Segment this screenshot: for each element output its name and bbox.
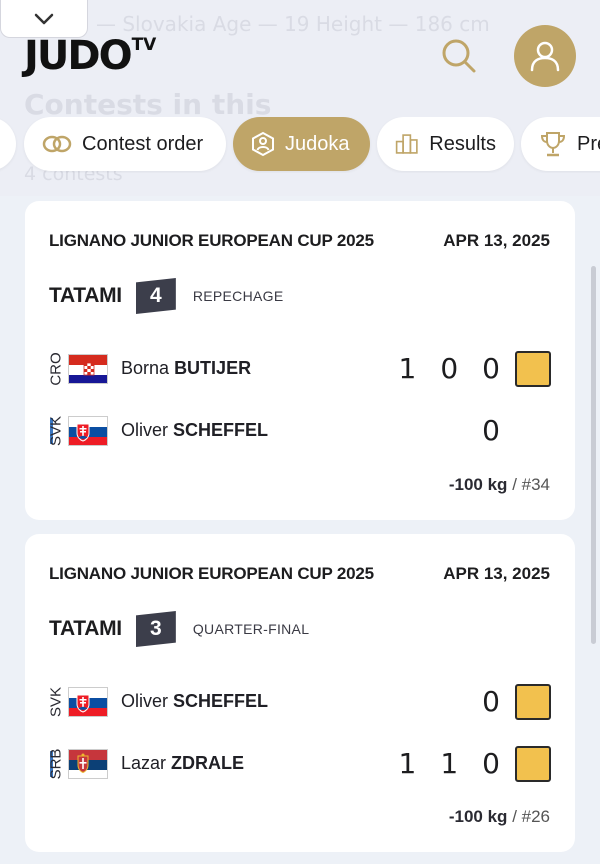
logo-suffix-text: TV xyxy=(131,35,157,55)
round-label: QUARTER-FINAL xyxy=(192,621,310,637)
country-code: CRO xyxy=(47,352,65,386)
event-date: APR 13, 2025 xyxy=(443,231,550,250)
country-code: SRB xyxy=(47,748,65,780)
score-yuko: 0 xyxy=(482,747,500,780)
chevron-down-icon xyxy=(34,13,54,24)
bar-chart-icon xyxy=(395,134,418,154)
tab-previous-partial[interactable] xyxy=(0,117,16,171)
tatami-info: TATAMI 4 REPECHAGE xyxy=(49,278,283,314)
serbia-flag-icon xyxy=(68,749,108,779)
score-wazaari: 0 xyxy=(440,352,459,385)
athlete-name: Borna BUTIJER xyxy=(121,358,252,378)
tatami-label: TATAMI xyxy=(49,617,122,640)
country-code: SVK xyxy=(47,415,65,447)
score-ippon: 1 xyxy=(398,352,417,385)
weight-and-contest-number: -100 kg / #26 xyxy=(449,807,550,827)
contest-number: / #26 xyxy=(512,807,550,826)
contest-number: / #34 xyxy=(512,475,550,494)
athlete-row[interactable]: SVK Oliver SCHEFFEL 0 xyxy=(25,678,575,726)
contest-card[interactable]: LIGNANO JUNIOR EUROPEAN CUP 2025 APR 13,… xyxy=(25,534,575,852)
score-yuko: 0 xyxy=(482,414,500,447)
slovakia-flag-icon xyxy=(68,687,108,717)
event-name: LIGNANO JUNIOR EUROPEAN CUP 2025 xyxy=(49,231,374,250)
logo-main-text: JUDO xyxy=(24,33,133,79)
judoka-badge-icon xyxy=(252,131,274,157)
athlete-name: Oliver SCHEFFEL xyxy=(121,420,269,440)
tab-bar: Contest order Judoka Results Pre xyxy=(0,117,600,173)
athlete-row[interactable]: CRO Borna BUTIJER 1 0 0 xyxy=(25,345,575,393)
shido-card-icon xyxy=(515,684,551,720)
tab-judoka-label: Judoka xyxy=(285,132,350,155)
round-label: REPECHAGE xyxy=(192,288,284,304)
score-values: 1 0 0 xyxy=(399,352,500,385)
contest-card[interactable]: LIGNANO JUNIOR EUROPEAN CUP 2025 APR 13,… xyxy=(25,201,575,520)
search-icon xyxy=(442,39,476,73)
shido-card-icon xyxy=(515,746,551,782)
tab-contest-order-label: Contest order xyxy=(82,132,204,155)
tatami-label: TATAMI xyxy=(49,284,122,307)
athlete-name: Lazar ZDRALE xyxy=(121,753,245,773)
trophy-icon xyxy=(540,132,566,157)
tab-results[interactable]: Results xyxy=(377,117,514,171)
event-date: APR 13, 2025 xyxy=(443,564,550,583)
athlete-name: Oliver SCHEFFEL xyxy=(121,691,269,711)
judotv-logo[interactable]: JUDO TV xyxy=(24,36,156,76)
profile-button[interactable] xyxy=(514,25,576,87)
event-name: LIGNANO JUNIOR EUROPEAN CUP 2025 xyxy=(49,564,374,583)
athlete-row[interactable]: SRB Lazar ZDRALE 1 1 0 xyxy=(25,740,575,788)
score-values: 0 xyxy=(482,685,500,718)
tab-contest-order[interactable]: Contest order xyxy=(24,117,226,171)
score-yuko: 0 xyxy=(482,685,500,718)
rings-icon xyxy=(42,135,72,153)
score-ippon: 1 xyxy=(398,747,417,780)
croatia-flag-icon xyxy=(68,354,108,384)
tatami-number-badge: 3 xyxy=(135,611,176,647)
tab-pre[interactable]: Pre xyxy=(521,117,600,171)
user-icon xyxy=(530,41,560,72)
tab-judoka[interactable]: Judoka xyxy=(233,117,370,171)
scrollbar[interactable] xyxy=(591,266,596,644)
search-button[interactable] xyxy=(437,34,481,78)
tatami-number-badge: 4 xyxy=(135,278,176,314)
slovakia-flag-icon xyxy=(68,416,108,446)
country-code: SVK xyxy=(47,686,65,718)
score-values: 1 1 0 xyxy=(399,747,500,780)
weight-category: -100 kg xyxy=(448,807,508,826)
tab-pre-label: Pre xyxy=(577,132,600,155)
shido-card-icon xyxy=(515,351,551,387)
athlete-row[interactable]: SVK Oliver SCHEFFEL 0 xyxy=(25,407,575,455)
score-wazaari: 1 xyxy=(440,747,459,780)
weight-category: -100 kg xyxy=(448,475,508,494)
profile-info-line: — Slovakia Age — 19 Height — 186 cm xyxy=(96,12,490,36)
tatami-info: TATAMI 3 QUARTER-FINAL xyxy=(49,611,309,647)
weight-and-contest-number: -100 kg / #34 xyxy=(449,475,550,495)
score-yuko: 0 xyxy=(482,352,500,385)
score-values: 0 xyxy=(482,414,500,447)
tab-results-label: Results xyxy=(429,132,496,155)
